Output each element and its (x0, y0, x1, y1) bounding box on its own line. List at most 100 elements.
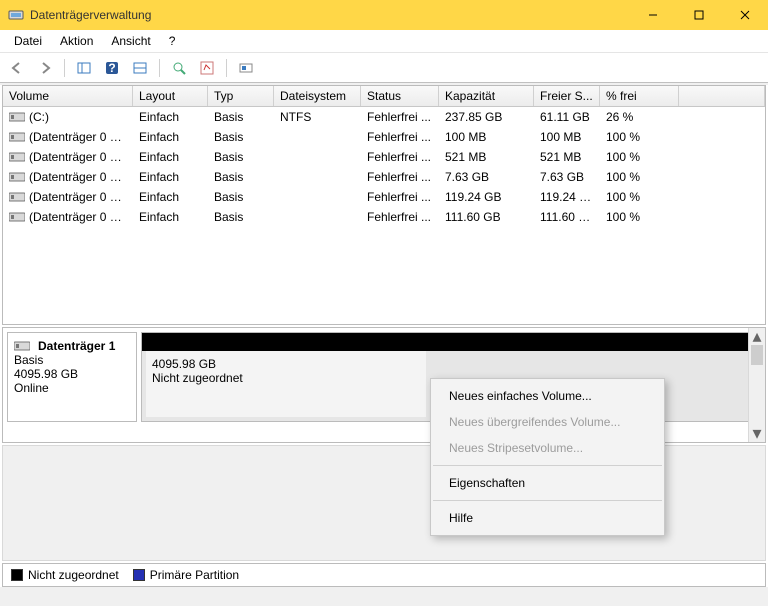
scroll-up-icon[interactable]: ▴ (749, 328, 765, 345)
legend-primary: Primäre Partition (133, 568, 239, 582)
volume-icon (9, 112, 25, 122)
cell-typ: Basis (208, 127, 274, 147)
cell-typ: Basis (208, 187, 274, 207)
legend-swatch-unalloc (11, 569, 23, 581)
cell-status: Fehlerfrei ... (361, 207, 439, 227)
disk-info[interactable]: Datenträger 1 Basis 4095.98 GB Online (7, 332, 137, 422)
cell-volume: (Datenträger 0 Par... (29, 150, 133, 164)
app-icon (8, 7, 24, 23)
properties-icon[interactable] (196, 57, 218, 79)
cell-fr: 100 MB (534, 127, 600, 147)
cell-fs: NTFS (274, 107, 361, 127)
ctx-properties[interactable]: Eigenschaften (431, 470, 664, 496)
disk-name: Datenträger 1 (38, 339, 115, 353)
cell-fs (274, 127, 361, 147)
cell-kap: 111.60 GB (439, 207, 534, 227)
cell-volume: (Datenträger 0 Par... (29, 210, 133, 224)
ctx-separator-2 (433, 500, 662, 501)
cell-pf: 100 % (600, 127, 679, 147)
disk-type: Basis (14, 353, 130, 367)
cell-kap: 119.24 GB (439, 187, 534, 207)
rescan-icon[interactable] (168, 57, 190, 79)
forward-icon[interactable] (34, 57, 56, 79)
menu-item-aktion[interactable]: Aktion (52, 32, 101, 50)
col-dateisystem[interactable]: Dateisystem (274, 86, 361, 106)
cell-volume: (Datenträger 0 Par... (29, 190, 133, 204)
cell-status: Fehlerfrei ... (361, 167, 439, 187)
table-row[interactable]: (Datenträger 0 Par...EinfachBasis Fehlerf… (3, 207, 765, 227)
help-icon[interactable]: ? (101, 57, 123, 79)
legend-swatch-primary (133, 569, 145, 581)
col-typ[interactable]: Typ (208, 86, 274, 106)
cell-volume: (C:) (29, 110, 49, 124)
cell-status: Fehlerfrei ... (361, 127, 439, 147)
maximize-button[interactable] (676, 0, 722, 30)
cell-kap: 237.85 GB (439, 107, 534, 127)
menu-item-datei[interactable]: Datei (6, 32, 50, 50)
cell-volume: (Datenträger 0 Par... (29, 130, 133, 144)
refresh-icon[interactable] (129, 57, 151, 79)
scroll-down-icon[interactable]: ▾ (749, 425, 765, 442)
settings-icon[interactable] (235, 57, 257, 79)
disk-status: Online (14, 381, 130, 395)
table-row[interactable]: (Datenträger 0 Par...EinfachBasisFehlerf… (3, 187, 765, 207)
legend: Nicht zugeordnet Primäre Partition (2, 563, 766, 587)
cell-fs (274, 147, 361, 167)
ctx-new-striped-volume: Neues Stripesetvolume... (431, 435, 664, 461)
cell-typ: Basis (208, 207, 274, 227)
volume-icon (9, 172, 25, 182)
menu-item-help[interactable]: ? (161, 32, 184, 50)
volume-list[interactable]: Volume Layout Typ Dateisystem Status Kap… (2, 85, 766, 325)
scroll-thumb[interactable] (751, 345, 763, 365)
menubar: Datei Aktion Ansicht ? (0, 30, 768, 53)
region-size: 4095.98 GB (152, 357, 420, 371)
cell-layout: Einfach (133, 167, 208, 187)
col-volume[interactable]: Volume (3, 86, 133, 106)
table-row[interactable]: (C:)EinfachBasisNTFSFehlerfrei ...237.85… (3, 107, 765, 127)
table-row[interactable]: (Datenträger 0 Par...EinfachBasisFehlerf… (3, 147, 765, 167)
cell-kap: 7.63 GB (439, 167, 534, 187)
cell-pf: 100 % (600, 207, 679, 227)
cell-layout: Einfach (133, 147, 208, 167)
col-pfrei[interactable]: % frei (600, 86, 679, 106)
cell-layout: Einfach (133, 207, 208, 227)
menu-item-ansicht[interactable]: Ansicht (103, 32, 158, 50)
ctx-new-simple-volume[interactable]: Neues einfaches Volume... (431, 383, 664, 409)
scrollbar-vertical[interactable]: ▴ ▾ (748, 328, 765, 442)
col-filler (679, 86, 765, 106)
table-row[interactable]: (Datenträger 0 Par...EinfachBasis Fehlerf… (3, 127, 765, 147)
cell-kap: 100 MB (439, 127, 534, 147)
cell-kap: 521 MB (439, 147, 534, 167)
col-kapazitaet[interactable]: Kapazität (439, 86, 534, 106)
disk-region-info: 4095.98 GB Nicht zugeordnet (146, 351, 426, 417)
cell-layout: Einfach (133, 127, 208, 147)
list-header: Volume Layout Typ Dateisystem Status Kap… (3, 86, 765, 107)
ctx-new-spanned-volume: Neues übergreifendes Volume... (431, 409, 664, 435)
minimize-button[interactable] (630, 0, 676, 30)
cell-layout: Einfach (133, 187, 208, 207)
back-icon[interactable] (6, 57, 28, 79)
col-freier[interactable]: Freier S... (534, 86, 600, 106)
disk-size: 4095.98 GB (14, 367, 130, 381)
col-layout[interactable]: Layout (133, 86, 208, 106)
show-hide-tree-icon[interactable] (73, 57, 95, 79)
volume-icon (9, 192, 25, 202)
table-row[interactable]: (Datenträger 0 Par...EinfachBasisFehlerf… (3, 167, 765, 187)
close-button[interactable] (722, 0, 768, 30)
svg-text:?: ? (108, 61, 115, 75)
legend-unallocated: Nicht zugeordnet (11, 568, 119, 582)
region-status: Nicht zugeordnet (152, 371, 420, 385)
cell-typ: Basis (208, 167, 274, 187)
cell-typ: Basis (208, 107, 274, 127)
cell-typ: Basis (208, 147, 274, 167)
cell-fs (274, 167, 361, 187)
cell-fs (274, 207, 361, 227)
col-status[interactable]: Status (361, 86, 439, 106)
titlebar: Datenträgerverwaltung (0, 0, 768, 30)
volume-icon (9, 132, 25, 142)
context-menu: Neues einfaches Volume... Neues übergrei… (430, 378, 665, 536)
disk-region-stripe (142, 333, 760, 351)
window-title: Datenträgerverwaltung (30, 8, 630, 22)
ctx-help[interactable]: Hilfe (431, 505, 664, 531)
volume-icon (9, 152, 25, 162)
